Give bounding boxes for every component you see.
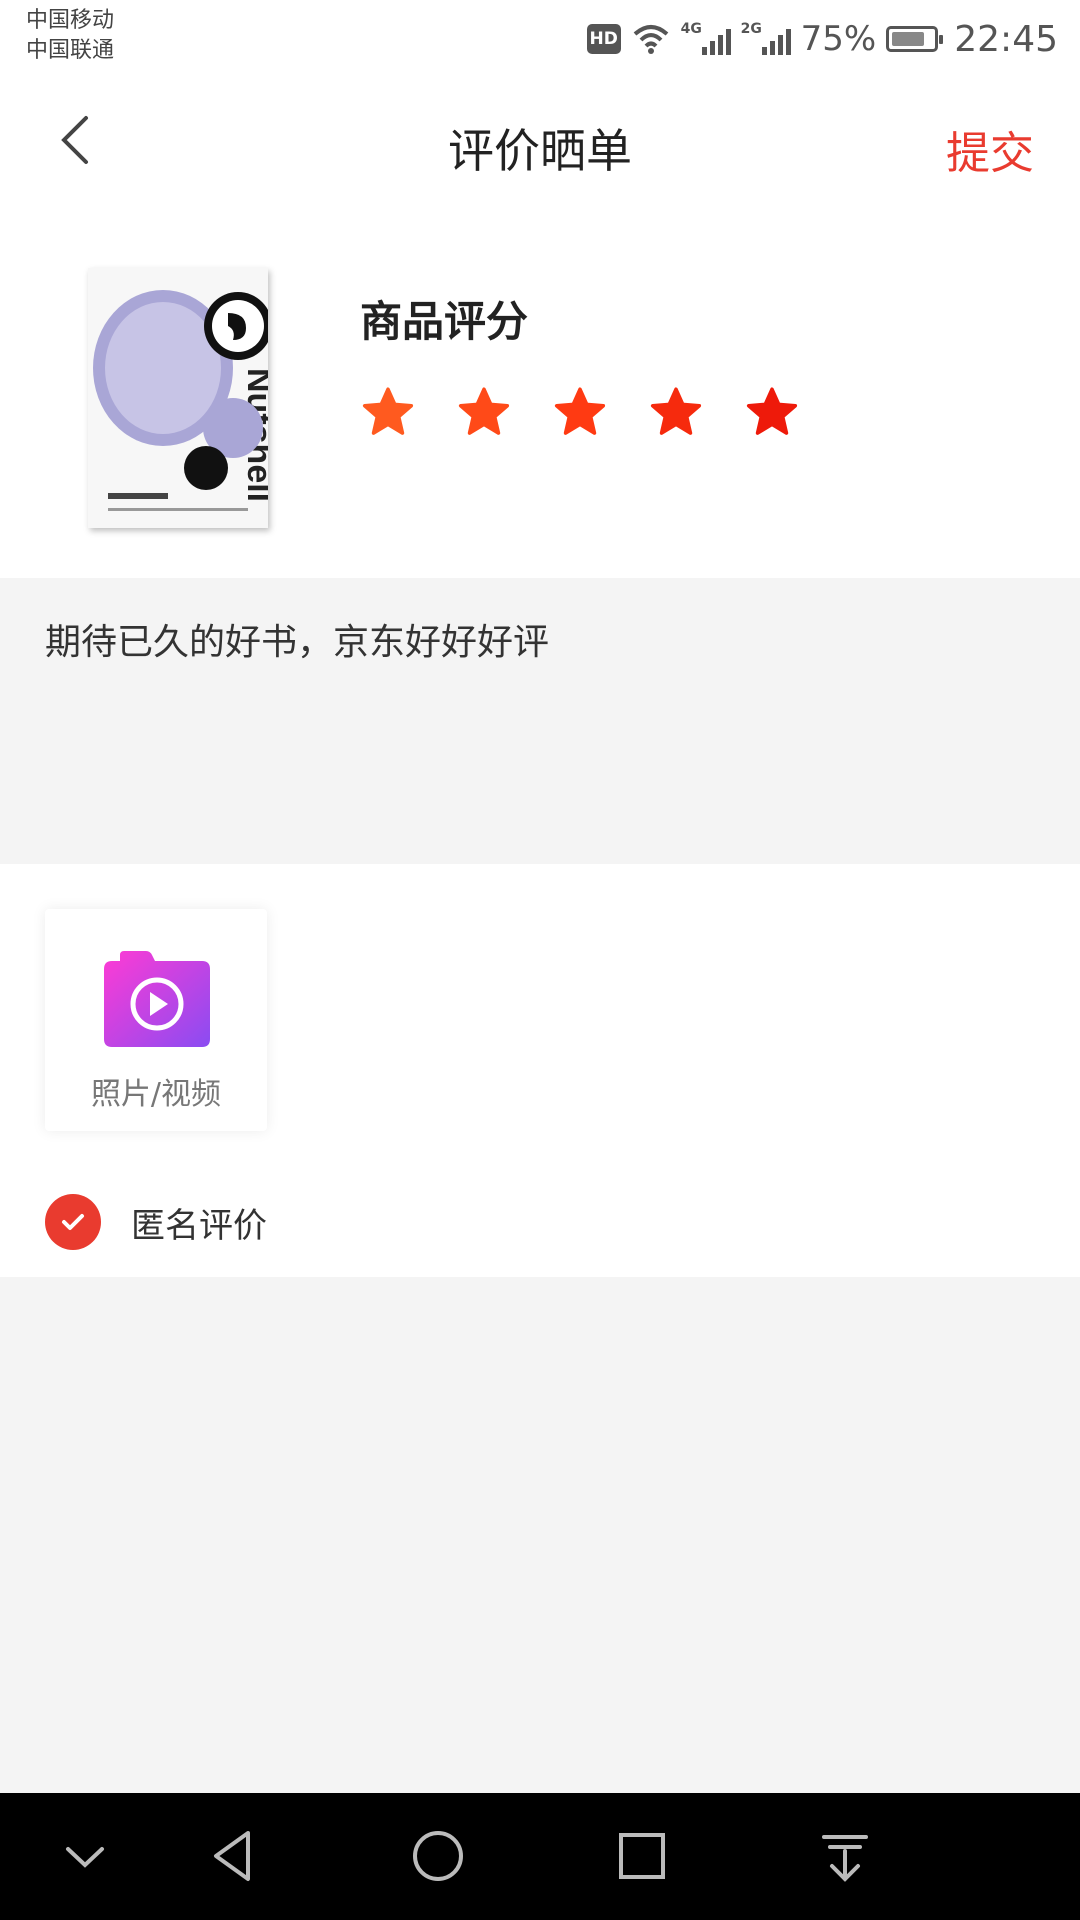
camera-video-icon bbox=[104, 951, 210, 1047]
hd-badge: HD bbox=[586, 24, 621, 54]
star-icon[interactable] bbox=[648, 385, 704, 441]
carrier-1: 中国移动 bbox=[26, 8, 115, 33]
system-nav-bar bbox=[0, 1793, 1080, 1920]
back-triangle-icon[interactable] bbox=[200, 1821, 270, 1891]
checkmark-icon bbox=[62, 1214, 84, 1230]
product-image[interactable]: Nutshell bbox=[88, 268, 268, 528]
review-text: 期待已久的好书，京东好好好评 bbox=[45, 622, 550, 663]
clock: 22:45 bbox=[954, 18, 1058, 60]
media-section: 照片/视频 匿名评价 bbox=[0, 864, 1080, 1277]
add-media-button[interactable]: 照片/视频 bbox=[45, 909, 267, 1131]
network-4g-label: 4G bbox=[680, 21, 702, 37]
product-section: Nutshell 商品评分 bbox=[0, 210, 1080, 578]
rating-stars bbox=[360, 385, 800, 441]
signal-4g-icon: 4G bbox=[681, 21, 731, 57]
anonymous-toggle[interactable]: 匿名评价 bbox=[45, 1194, 267, 1250]
status-bar: 中国移动 中国联通 HD 4G 2G 75% 22:45 bbox=[0, 0, 1080, 80]
media-label: 照片/视频 bbox=[90, 1077, 222, 1112]
signal-2g-icon: 2G bbox=[741, 21, 791, 57]
rating-label: 商品评分 bbox=[360, 297, 529, 346]
notification-pull-icon[interactable] bbox=[810, 1821, 880, 1891]
battery-percent: 75% bbox=[800, 19, 877, 59]
submit-button[interactable]: 提交 bbox=[946, 117, 1034, 181]
status-icons: HD 4G 2G 75% 22:45 bbox=[586, 14, 1058, 64]
checkbox[interactable] bbox=[45, 1194, 101, 1250]
page-title: 评价晒单 bbox=[448, 124, 632, 178]
carrier-info: 中国移动 中国联通 bbox=[26, 6, 114, 66]
chevron-down-icon[interactable] bbox=[50, 1821, 120, 1891]
anonymous-label: 匿名评价 bbox=[131, 1205, 267, 1246]
battery-icon bbox=[886, 26, 944, 52]
network-2g-label: 2G bbox=[740, 21, 762, 37]
carrier-2: 中国联通 bbox=[26, 38, 115, 63]
header-bar: 评价晒单 提交 bbox=[0, 80, 1080, 210]
star-icon[interactable] bbox=[744, 385, 800, 441]
star-icon[interactable] bbox=[456, 385, 512, 441]
wifi-icon bbox=[633, 25, 668, 54]
home-circle-icon[interactable] bbox=[403, 1821, 473, 1891]
star-icon[interactable] bbox=[360, 385, 416, 441]
star-icon[interactable] bbox=[552, 385, 608, 441]
review-textarea[interactable]: 期待已久的好书，京东好好好评 bbox=[0, 578, 1080, 864]
recents-square-icon[interactable] bbox=[607, 1821, 677, 1891]
